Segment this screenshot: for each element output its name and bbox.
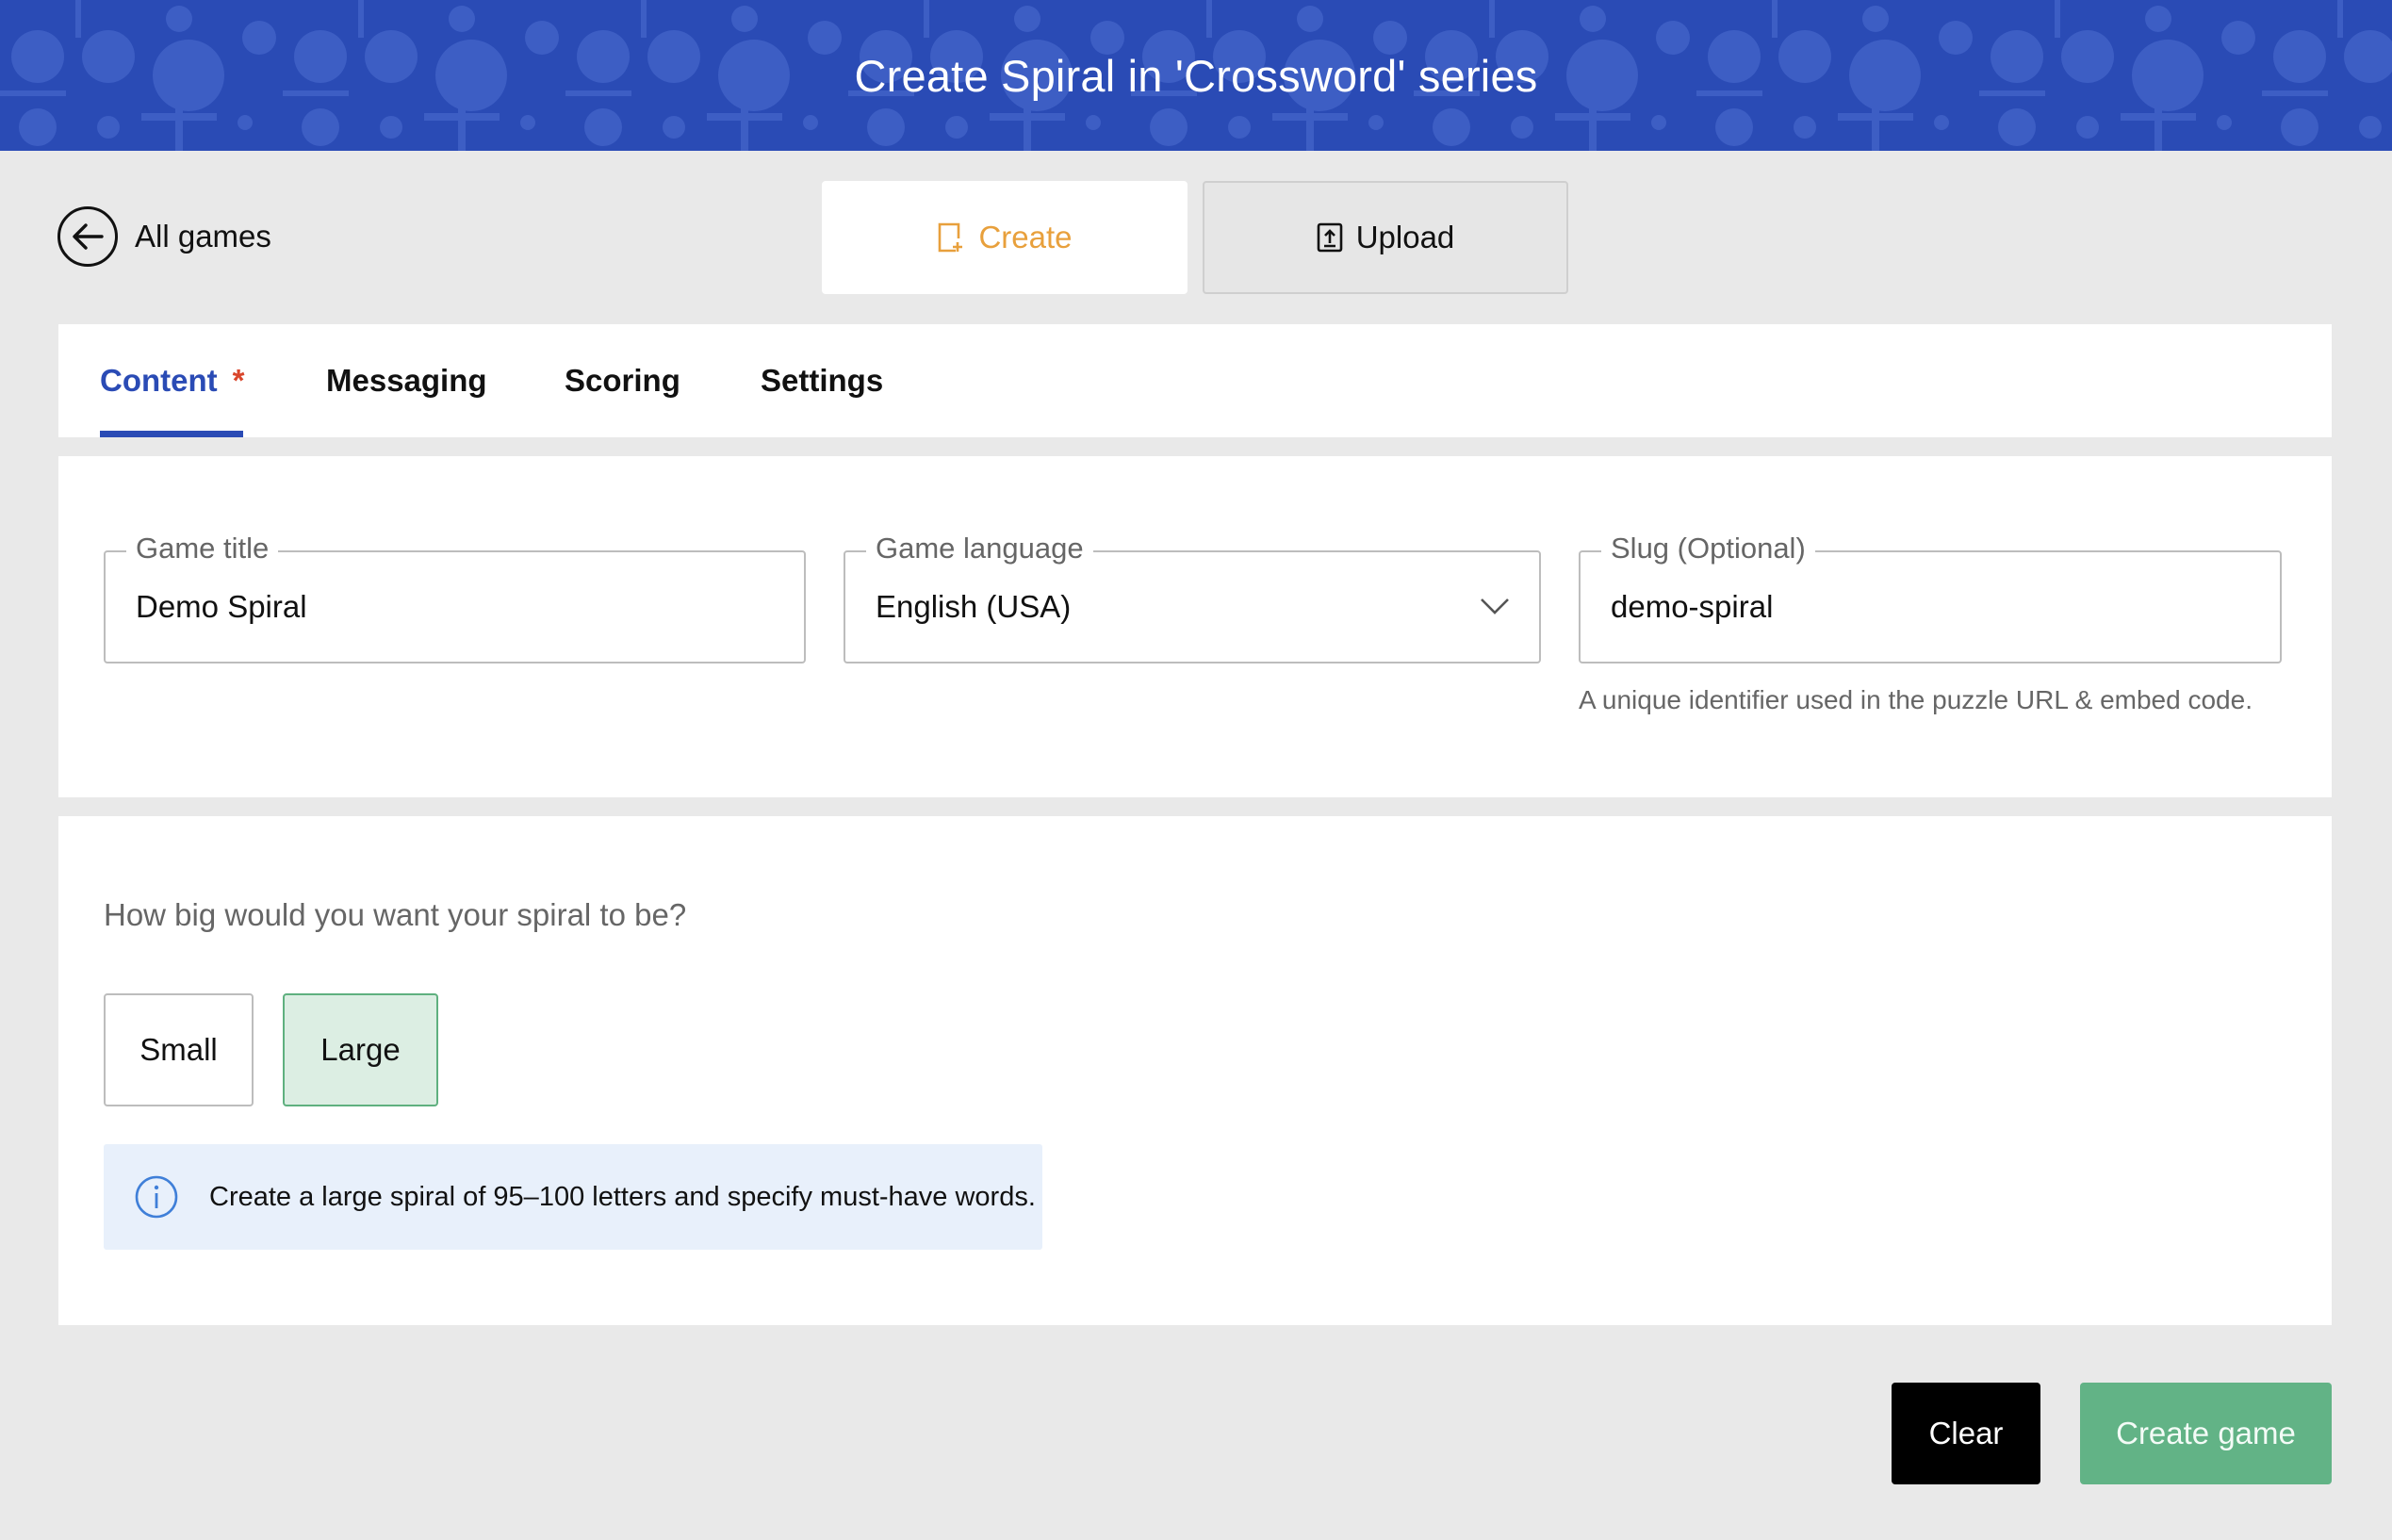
upload-icon bbox=[1317, 222, 1343, 253]
tab-settings-label: Settings bbox=[761, 363, 884, 398]
game-title-value: Demo Spiral bbox=[136, 589, 307, 624]
game-language-select[interactable]: Game language English (USA) bbox=[844, 532, 1541, 664]
size-question: How big would you want your spiral to be… bbox=[104, 897, 687, 932]
info-icon bbox=[135, 1175, 178, 1219]
tabs-bar: Content * Messaging Scoring Settings bbox=[58, 324, 2332, 437]
all-games-label: All games bbox=[135, 219, 271, 254]
tab-messaging-label: Messaging bbox=[326, 363, 487, 398]
slug-helper-text: A unique identifier used in the puzzle U… bbox=[1579, 685, 2253, 714]
required-mark: * bbox=[232, 363, 245, 398]
page-title: Create Spiral in 'Crossword' series bbox=[854, 50, 1538, 101]
chevron-down-icon bbox=[1481, 598, 1509, 614]
game-title-field[interactable]: Game title Demo Spiral bbox=[104, 532, 806, 664]
game-details-card: Game title Demo Spiral Game language Eng… bbox=[58, 456, 2332, 797]
tab-settings[interactable]: Settings bbox=[761, 324, 883, 437]
size-info-text: Create a large spiral of 95–100 letters … bbox=[209, 1181, 1036, 1212]
spiral-size-card: How big would you want your spiral to be… bbox=[58, 816, 2332, 1325]
slug-field[interactable]: Slug (Optional) demo-spiral bbox=[1579, 532, 2282, 664]
create-game-button[interactable]: Create game bbox=[2080, 1383, 2332, 1484]
upload-mode-label: Upload bbox=[1355, 220, 1455, 254]
tab-scoring[interactable]: Scoring bbox=[565, 324, 680, 437]
tab-content-label: Content bbox=[100, 363, 218, 398]
create-mode-button[interactable]: Create bbox=[822, 181, 1188, 294]
game-language-value: English (USA) bbox=[876, 589, 1072, 624]
tab-messaging[interactable]: Messaging bbox=[326, 324, 487, 437]
upload-mode-button[interactable]: Upload bbox=[1203, 181, 1568, 294]
tab-scoring-label: Scoring bbox=[565, 363, 680, 398]
arrow-left-icon bbox=[57, 206, 118, 267]
active-tab-underline bbox=[100, 431, 243, 437]
size-large-option[interactable]: Large bbox=[283, 993, 438, 1106]
size-info-box: Create a large spiral of 95–100 letters … bbox=[104, 1144, 1042, 1250]
create-mode-label: Create bbox=[978, 220, 1073, 254]
all-games-back-link[interactable]: All games bbox=[57, 205, 271, 268]
size-small-option[interactable]: Small bbox=[104, 993, 254, 1106]
clear-button[interactable]: Clear bbox=[1892, 1383, 2040, 1484]
header-banner: Create Spiral in 'Crossword' series bbox=[0, 0, 2392, 151]
slug-value: demo-spiral bbox=[1611, 589, 1774, 624]
tab-content[interactable]: Content * bbox=[100, 324, 244, 437]
new-document-icon bbox=[939, 222, 963, 253]
